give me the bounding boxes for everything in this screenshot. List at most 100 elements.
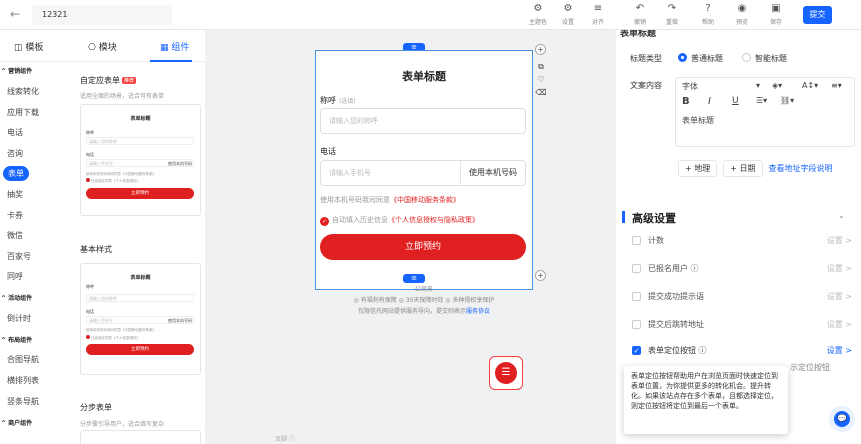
checkbox-checked-icon[interactable]: ✓ [632,346,641,355]
footer-link[interactable]: 服务协议 [466,308,490,315]
category-item[interactable]: 横排列表 [7,375,39,386]
section-accent [622,211,625,223]
category-item[interactable]: 微信 [7,230,23,241]
option-registered-users[interactable]: 已报名用户 ⓘ 设置 > [632,262,852,276]
checkbox-icon[interactable] [632,236,641,245]
font-select[interactable]: 字体 [682,81,698,92]
category-item[interactable]: 卡券 [7,210,23,221]
option-settings-link[interactable]: 设置 > [827,319,852,330]
checkbox-icon[interactable] [632,264,641,273]
save-icon: ▣ [771,3,781,14]
drag-handle-icon[interactable]: ≡ [403,274,425,283]
checkbox-icon[interactable] [632,320,641,329]
check-icon[interactable]: ✓ [320,217,329,226]
align-dropdown-icon[interactable]: ≡▾ [831,81,842,90]
category-head-activity[interactable]: ^ 活动组件 [1,293,32,302]
help-tool[interactable]: ? 帮助 [696,3,720,26]
form-submit-button[interactable]: 立即预约 [320,234,526,260]
form-template-card[interactable]: 表单标题 称呼 请输入您的称呼 电话 请输入手机号 使用本机号码 使用本机号码我… [80,104,201,216]
category-item-form-active[interactable]: 表单 [3,166,29,181]
name-input[interactable]: 请输入您的称呼 [320,108,526,134]
agreement-row[interactable]: ✓ 自动填入历史信息《个人信息授权与隐私政策》 [320,215,479,226]
rich-text-editor[interactable]: 字体 ▾ ◈▾ A↕▾ ≡▾ B I U ☰▾ ⛓▾ 表单标题 [675,77,855,147]
tab-components[interactable]: ▦ 组件 [160,40,189,53]
use-local-number-button[interactable]: 使用本机号码 [460,161,517,185]
preview-tool[interactable]: ◉ 预览 [730,3,754,26]
copy-icon[interactable]: ⧉ [535,62,547,72]
radio-normal-title[interactable]: 普通标题 [678,53,723,64]
category-item[interactable]: 竖条导航 [7,396,39,407]
link-icon[interactable]: ⛓▾ [780,96,794,105]
italic-icon[interactable]: I [708,96,711,107]
top-bar: ← 12321 ⚙ 主题色 ⚙ 设置 ≡ 对齐 ↶ 撤销 ↷ 重做 ? 帮助 ◉ 预览 ▣ 保存… [0,0,861,30]
align-icon: ≡ [593,3,603,14]
form-template-card[interactable] [80,430,201,444]
add-above-icon[interactable]: + [535,44,546,55]
editor-text[interactable]: 表单标题 [682,115,714,126]
option-settings-link[interactable]: 设置 > [827,345,852,356]
align-tool[interactable]: ≡ 对齐 [586,3,610,26]
category-head-business[interactable]: ^ 商户组件 [1,418,32,427]
add-below-icon[interactable]: + [535,270,546,281]
section-title: 表单标题 [620,30,657,39]
list-icon[interactable]: ☰▾ [756,96,767,105]
category-item[interactable]: 同呼 [7,271,23,282]
category-head-layout[interactable]: ^ 布局组件 [1,335,32,344]
save-tool[interactable]: ▣ 保存 [764,3,788,26]
option-redirect-url[interactable]: 提交后跳转地址 设置 > [632,318,852,332]
add-address-button[interactable]: + 地理 [678,160,718,177]
customer-service-button[interactable]: 💬 [829,406,855,432]
favorite-icon[interactable]: ♡ [535,75,547,84]
advanced-settings-title[interactable]: 高级设置 [632,210,676,226]
bold-icon[interactable]: B [682,96,690,107]
card-note: 使用本机号码我司同意《中国移动服务条款》 [86,172,156,176]
terms-link[interactable]: 《中国移动服务条款》 [390,196,460,204]
category-item[interactable]: 倒计时 [7,313,31,324]
category-item[interactable]: 合图导航 [7,354,39,365]
form-locate-float-button[interactable]: ☰ [489,356,523,390]
view-field-help-link[interactable]: 查看地址字段说明 [769,164,833,173]
card-agree: 已阅读并同意《个人信息授权》 [86,178,140,184]
add-date-button[interactable]: + 日期 [723,160,763,177]
category-item[interactable]: 应用下载 [7,107,39,118]
fill-color-icon[interactable]: ◈▾ [772,81,782,90]
category-item[interactable]: 电话 [7,127,23,138]
redo-tool[interactable]: ↷ 重做 [660,3,684,26]
undo-tool[interactable]: ↶ 撤销 [628,3,652,26]
form-template-card[interactable]: 表单标题 称呼 请输入您的称呼 电话 请输入手机号 使用本机号码 使用本机号码我… [80,263,201,375]
delete-icon[interactable]: ⌫ [535,88,547,97]
option-settings-link[interactable]: 设置 > [827,235,852,246]
option-count[interactable]: 计数 设置 > [632,234,852,248]
underline-icon[interactable]: U [732,96,739,106]
submit-button[interactable]: 提交 [803,6,832,24]
radio-smart-title[interactable]: 智能标题 [742,53,787,64]
category-item[interactable]: 线索转化 [7,86,39,97]
category-item[interactable]: 百家号 [7,251,31,262]
section-subtitle: 分步骤引导用户，适合填写复杂 [80,421,165,428]
category-head-marketing[interactable]: ^ 营销组件 [1,66,32,75]
privacy-link[interactable]: 《个人信息授权与隐私政策》 [388,216,479,224]
card-button: 立即预约 [86,188,194,199]
option-desc: 示定位按钮 [790,363,830,372]
font-size-dropdown-icon[interactable]: ▾ [756,81,760,90]
category-item[interactable]: 咨询 [7,148,23,159]
card-field-label: 电话 [86,152,94,157]
option-success-message[interactable]: 提交成功提示语 设置 > [632,290,852,304]
back-arrow-icon[interactable]: ← [10,7,20,21]
phone-input[interactable]: 请输入手机号 使用本机号码 [320,160,526,186]
theme-tool[interactable]: ⚙ 主题色 [526,3,550,26]
form-component[interactable]: 表单标题 称呼 (选填) 请输入您的称呼 电话 请输入手机号 使用本机号码 使用本… [315,50,533,290]
settings-tool[interactable]: ⚙ 设置 [556,3,580,26]
form-title[interactable]: 表单标题 [316,68,532,84]
option-locate-button[interactable]: ✓ 表单定位按钮 ⓘ 设置 > [632,344,852,358]
font-size-icon[interactable]: A↕▾ [802,81,818,90]
category-item[interactable]: 抽奖 [7,189,23,200]
tab-modules[interactable]: ⎔ 模块 [88,40,117,53]
checkbox-icon[interactable] [632,292,641,301]
option-settings-link[interactable]: 设置 > [827,291,852,302]
chevron-down-icon[interactable]: ⌄ [838,211,845,220]
page-title-input[interactable]: 12321 [32,5,172,25]
option-settings-link[interactable]: 设置 > [827,263,852,274]
tab-templates[interactable]: ◫ 模板 [14,40,43,53]
card-field-input: 请输入您的称呼 [86,137,194,145]
